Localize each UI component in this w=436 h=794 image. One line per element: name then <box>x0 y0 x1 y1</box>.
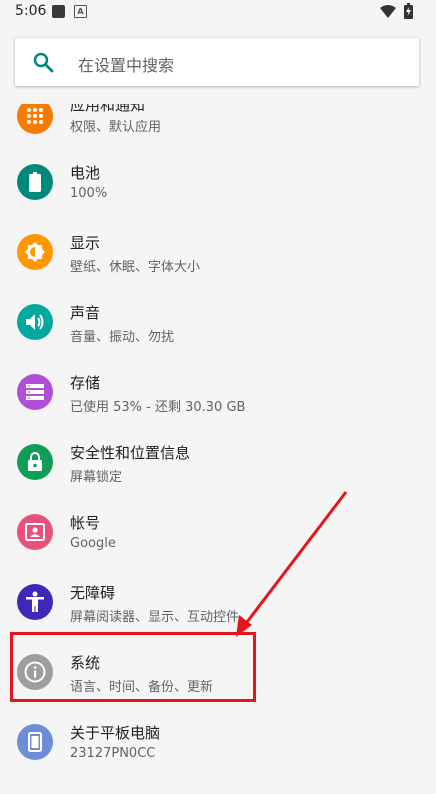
settings-item-sound[interactable]: 声音 音量、振动、勿扰 <box>0 304 436 374</box>
wifi-icon <box>380 5 396 18</box>
status-time: 5:06 <box>15 3 47 19</box>
item-title: 关于平板电脑 <box>70 724 161 742</box>
volume-icon <box>17 304 53 340</box>
item-subtitle: 屏幕锁定 <box>70 470 123 485</box>
annotation-highlight-box <box>10 632 256 702</box>
accessibility-icon <box>17 584 53 620</box>
settings-item-display[interactable]: 显示 壁纸、休眠、字体大小 <box>0 234 436 304</box>
lock-icon <box>17 444 53 480</box>
item-subtitle: Google <box>70 536 116 551</box>
item-title: 安全性和位置信息 <box>70 444 191 462</box>
settings-item-battery[interactable]: 电池 100% <box>0 164 436 234</box>
search-icon <box>33 52 54 73</box>
item-title: 帐号 <box>70 514 101 532</box>
status-bar: 5:06 A <box>0 0 436 24</box>
item-subtitle: 音量、振动、勿扰 <box>70 330 175 345</box>
item-subtitle: 权限、默认应用 <box>70 120 162 135</box>
settings-item-storage[interactable]: 存储 已使用 53% - 还剩 30.30 GB <box>0 374 436 444</box>
battery-status-icon <box>404 3 413 19</box>
battery-icon <box>17 164 53 200</box>
storage-icon <box>17 374 53 410</box>
item-title: 电池 <box>70 164 101 182</box>
item-subtitle: 壁纸、休眠、字体大小 <box>70 260 201 275</box>
tablet-icon <box>17 724 53 760</box>
item-subtitle: 100% <box>70 186 108 201</box>
item-title: 存储 <box>70 374 101 392</box>
item-title: 声音 <box>70 304 101 322</box>
item-subtitle: 屏幕阅读器、显示、互动控件 <box>70 610 240 625</box>
settings-item-account[interactable]: 帐号 Google <box>0 514 436 584</box>
brightness-icon <box>17 234 53 270</box>
notification-icon <box>52 5 65 18</box>
settings-item-about[interactable]: 关于平板电脑 23127PN0CC <box>0 724 436 794</box>
settings-item-apps[interactable]: 应用和通知 权限、默认应用 <box>0 96 436 171</box>
account-icon <box>17 514 53 550</box>
settings-item-security[interactable]: 安全性和位置信息 屏幕锁定 <box>0 444 436 514</box>
item-subtitle: 23127PN0CC <box>70 746 156 761</box>
a-icon: A <box>74 5 87 18</box>
search-input[interactable]: 在设置中搜索 <box>78 52 174 76</box>
item-title: 显示 <box>70 234 101 252</box>
list-top-edge <box>0 92 436 104</box>
search-bar[interactable]: 在设置中搜索 <box>15 38 419 86</box>
item-title: 无障碍 <box>70 584 116 602</box>
item-subtitle: 已使用 53% - 还剩 30.30 GB <box>70 400 246 415</box>
